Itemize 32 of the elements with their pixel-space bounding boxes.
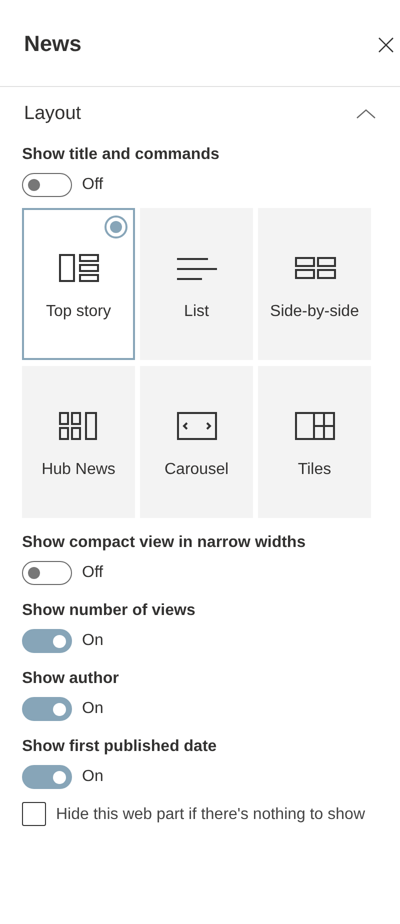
toggle-label: Show author: [22, 669, 120, 689]
checkbox[interactable]: [22, 802, 46, 826]
layout-option[interactable]: Hub News: [22, 366, 135, 518]
layout-option[interactable]: Tiles: [258, 366, 371, 518]
toggle-state: Off: [82, 176, 104, 194]
toggle-switch[interactable]: [22, 697, 72, 721]
top-story-layout-icon: [58, 253, 100, 283]
checkbox-label: Hide this web part if there's nothing to show: [56, 805, 365, 825]
toggle-state: On: [82, 700, 104, 718]
layout-option[interactable]: Side-by-side: [258, 208, 371, 360]
toggle-state: On: [82, 632, 104, 650]
toggle-switch[interactable]: [22, 561, 72, 585]
layout-option[interactable]: Top story: [22, 208, 135, 360]
tiles-grid-icon: [294, 411, 336, 441]
radio-selected-icon: [104, 215, 128, 239]
layout-option[interactable]: List: [140, 208, 253, 360]
toggle-label: Show first published date: [22, 737, 218, 757]
close-icon[interactable]: [378, 37, 394, 53]
toggle-switch[interactable]: [22, 629, 72, 653]
chevron-icon[interactable]: [356, 109, 376, 119]
toggle-state: Off: [82, 564, 104, 582]
layout-option[interactable]: Carousel: [140, 366, 253, 518]
toggle-switch[interactable]: [22, 765, 72, 789]
toggle-switch[interactable]: [22, 173, 72, 197]
toggle-label: Show number of views: [22, 601, 196, 621]
carousel-icon: [176, 411, 218, 441]
grid-columns-icon: [58, 411, 100, 441]
toggle-label: Show compact view in narrow widths: [22, 533, 307, 553]
section-title: Layout: [24, 103, 82, 125]
panel-title: News: [24, 31, 82, 57]
toggle-state: On: [82, 768, 104, 786]
toggle-label: Show title and commands: [22, 145, 220, 165]
